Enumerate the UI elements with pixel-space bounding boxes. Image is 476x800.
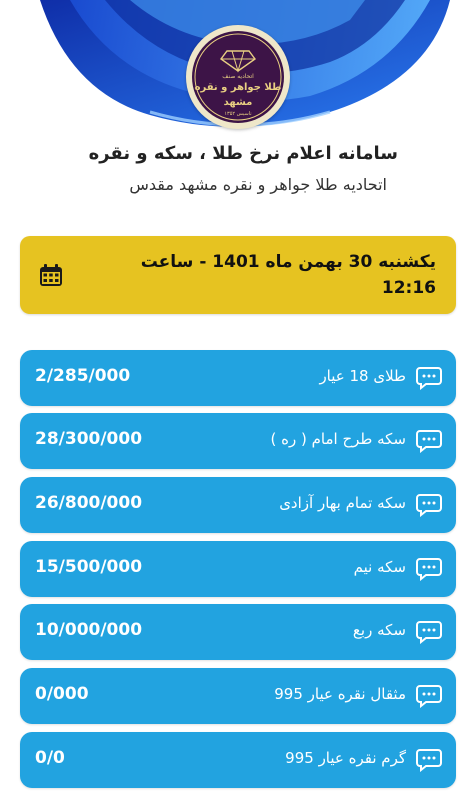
price-row-coin-bahar-azadi[interactable]: 26/800/000 سکه تمام بهار آزادی (20, 477, 456, 533)
price-label: مثقال نقره عیار 995 (274, 685, 406, 703)
price-row-coin-quarter[interactable]: 10/000/000 سکه ربع (20, 604, 456, 660)
page-subtitle: اتحادیه طلا جواهر و نقره مشهد مقدس (129, 175, 387, 194)
price-row-silver-mesghal[interactable]: 0/000 مثقال نقره عیار 995 (20, 668, 456, 724)
price-row-silver-gram[interactable]: 0/0 گرم نقره عیار 995 (20, 732, 456, 788)
logo-text-city: مشهد (223, 97, 253, 108)
logo-emblem: اتحادیه صنف طلا جواهر و نقره مشهد تاسیس … (192, 31, 284, 123)
price-label: سکه ربع (352, 621, 406, 639)
price-label: سکه تمام بهار آزادی (279, 494, 406, 512)
price-row-coin-emami[interactable]: 28/300/000 سکه طرح امام ( ره ) (20, 413, 456, 469)
chat-icon (416, 621, 442, 644)
union-logo: اتحادیه صنف طلا جواهر و نقره مشهد تاسیس … (186, 25, 290, 129)
price-label: گرم نقره عیار 995 (285, 749, 406, 767)
page-title: سامانه اعلام نرخ طلا ، سکه و نقره (88, 143, 398, 164)
logo-text-established: تاسیس ۱۳۵۲ (224, 111, 252, 117)
chat-icon (416, 494, 442, 517)
date-card: یکشنبه 30 بهمن ماه 1401 - ساعت 12:16 (20, 236, 456, 314)
chat-icon (416, 430, 442, 453)
price-row-gold-18k[interactable]: 2/285/000 طلای 18 عیار (20, 350, 456, 406)
price-value: 2/285/000 (35, 366, 131, 386)
price-value: 10/000/000 (35, 620, 143, 640)
price-label: سکه نیم (353, 558, 406, 576)
chat-icon (416, 367, 442, 390)
price-value: 28/300/000 (35, 429, 143, 449)
chat-icon (416, 749, 442, 772)
date-time-text: یکشنبه 30 بهمن ماه 1401 - ساعت 12:16 (140, 252, 436, 298)
price-value: 0/0 (35, 748, 65, 768)
price-value: 0/000 (35, 684, 89, 704)
price-row-coin-half[interactable]: 15/500/000 سکه نیم (20, 541, 456, 597)
logo-text-union: اتحادیه صنف (222, 73, 254, 80)
price-value: 26/800/000 (35, 493, 143, 513)
calendar-icon (40, 264, 62, 286)
chat-icon (416, 685, 442, 708)
logo-text-guild: طلا جواهر و نقره (194, 82, 282, 93)
chat-icon (416, 558, 442, 581)
price-label: سکه طرح امام ( ره ) (270, 430, 407, 448)
price-label: طلای 18 عیار (319, 367, 406, 385)
price-value: 15/500/000 (35, 557, 143, 577)
